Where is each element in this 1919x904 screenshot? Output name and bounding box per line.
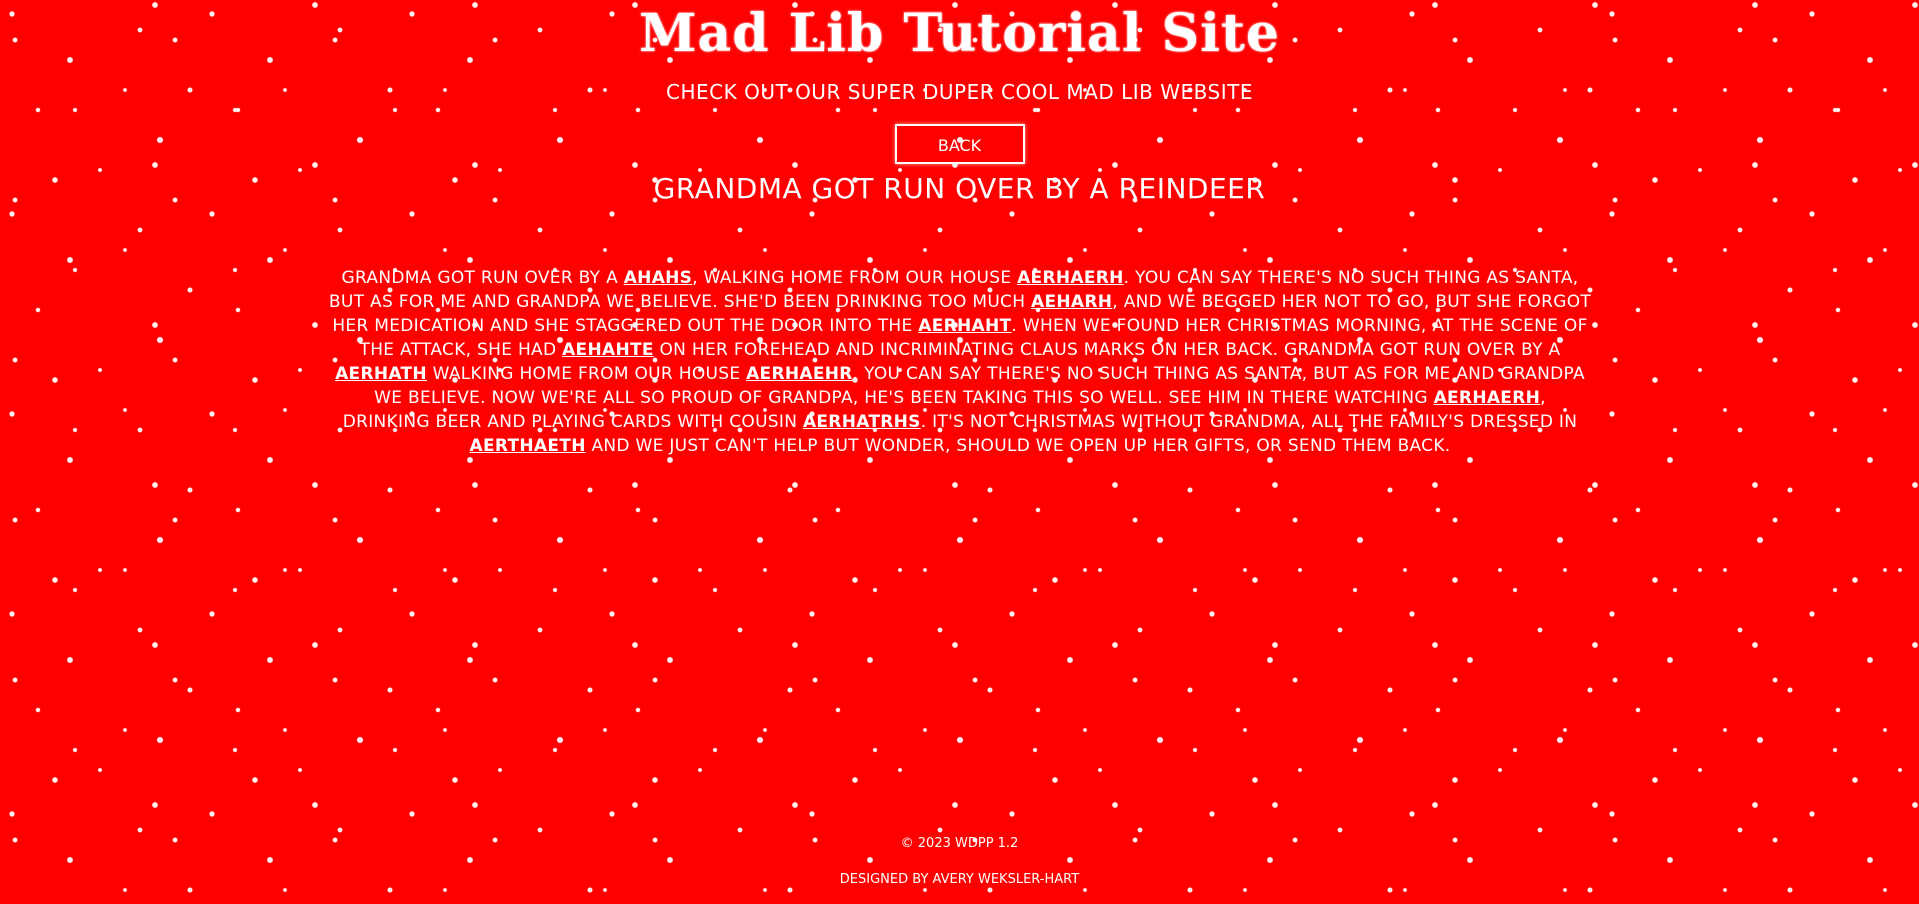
- story-text: GRANDMA GOT RUN OVER BY A AHAHS, WALKING…: [328, 266, 1592, 458]
- story-blank-word: AEHAHTE: [562, 340, 654, 360]
- story-blank-word: AERHAEHR: [746, 364, 853, 384]
- story-title: GRANDMA GOT RUN OVER BY A REINDEER: [653, 172, 1266, 205]
- page: Mad Lib Tutorial Site CHECK OUT OUR SUPE…: [0, 0, 1919, 904]
- story-blank-word: AERHATRHS: [802, 412, 921, 432]
- story-blank-word: AERTHAETH: [469, 436, 586, 456]
- story-blank-word: AERHAERH: [1017, 268, 1124, 288]
- story-blank-word: AERHAERH: [1433, 388, 1541, 408]
- back-button-wrapper: BACK: [0, 124, 1919, 164]
- story-blank-word: AEHARH: [1031, 292, 1113, 312]
- story-blank-word: AERHAHT: [918, 316, 1012, 336]
- story-text-segment: ON HER FOREHEAD AND INCRIMINATING CLAUS …: [653, 340, 1561, 360]
- site-title: Mad Lib Tutorial Site: [638, 3, 1281, 64]
- story-text-segment: . IT'S NOT CHRISTMAS WITHOUT GRANDMA, AL…: [920, 412, 1578, 432]
- story-text-segment: GRANDMA GOT RUN OVER BY A: [341, 268, 624, 288]
- story-blank-word: AHAHS: [623, 268, 693, 288]
- footer-copyright: © 2023 WDPP 1.2: [900, 836, 1019, 851]
- story-blank-word: AERHATH: [335, 364, 427, 384]
- story-text-segment: WALKING HOME FROM OUR HOUSE: [426, 364, 747, 384]
- site-subtitle: CHECK OUT OUR SUPER DUPER COOL MAD LIB W…: [666, 80, 1253, 104]
- back-button[interactable]: BACK: [894, 124, 1025, 164]
- story-text-segment: AND WE JUST CAN'T HELP BUT WONDER, SHOUL…: [585, 436, 1451, 456]
- story-text-segment: , WALKING HOME FROM OUR HOUSE: [692, 268, 1018, 288]
- footer-designer-credit: DESIGNED BY AVERY WEKSLER-HART: [839, 872, 1080, 887]
